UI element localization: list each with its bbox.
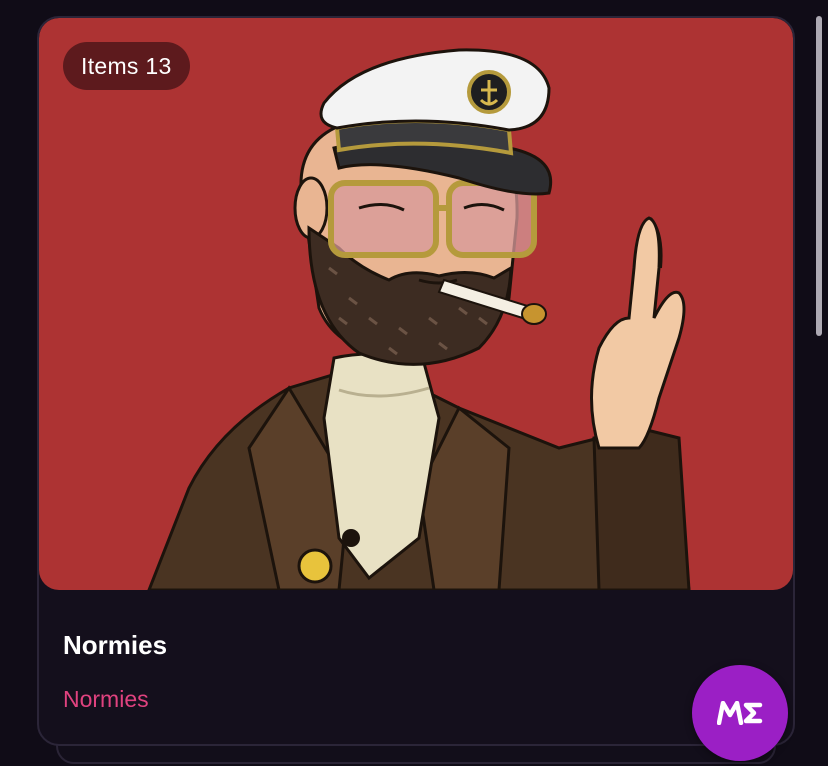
nft-collection-card[interactable]: Items 13 Normies Normies bbox=[37, 16, 795, 746]
scrollbar[interactable] bbox=[816, 16, 822, 336]
sailor-illustration bbox=[147, 48, 691, 590]
nft-title[interactable]: Normies bbox=[63, 630, 167, 661]
nft-artwork[interactable]: Items 13 bbox=[39, 18, 793, 590]
magic-eden-button[interactable] bbox=[692, 665, 788, 761]
page: Items 13 Normies Normies bbox=[0, 0, 828, 766]
items-count-badge: Items 13 bbox=[63, 42, 190, 90]
magic-eden-logo-icon bbox=[717, 701, 763, 725]
collection-name-link[interactable]: Normies bbox=[63, 686, 149, 713]
